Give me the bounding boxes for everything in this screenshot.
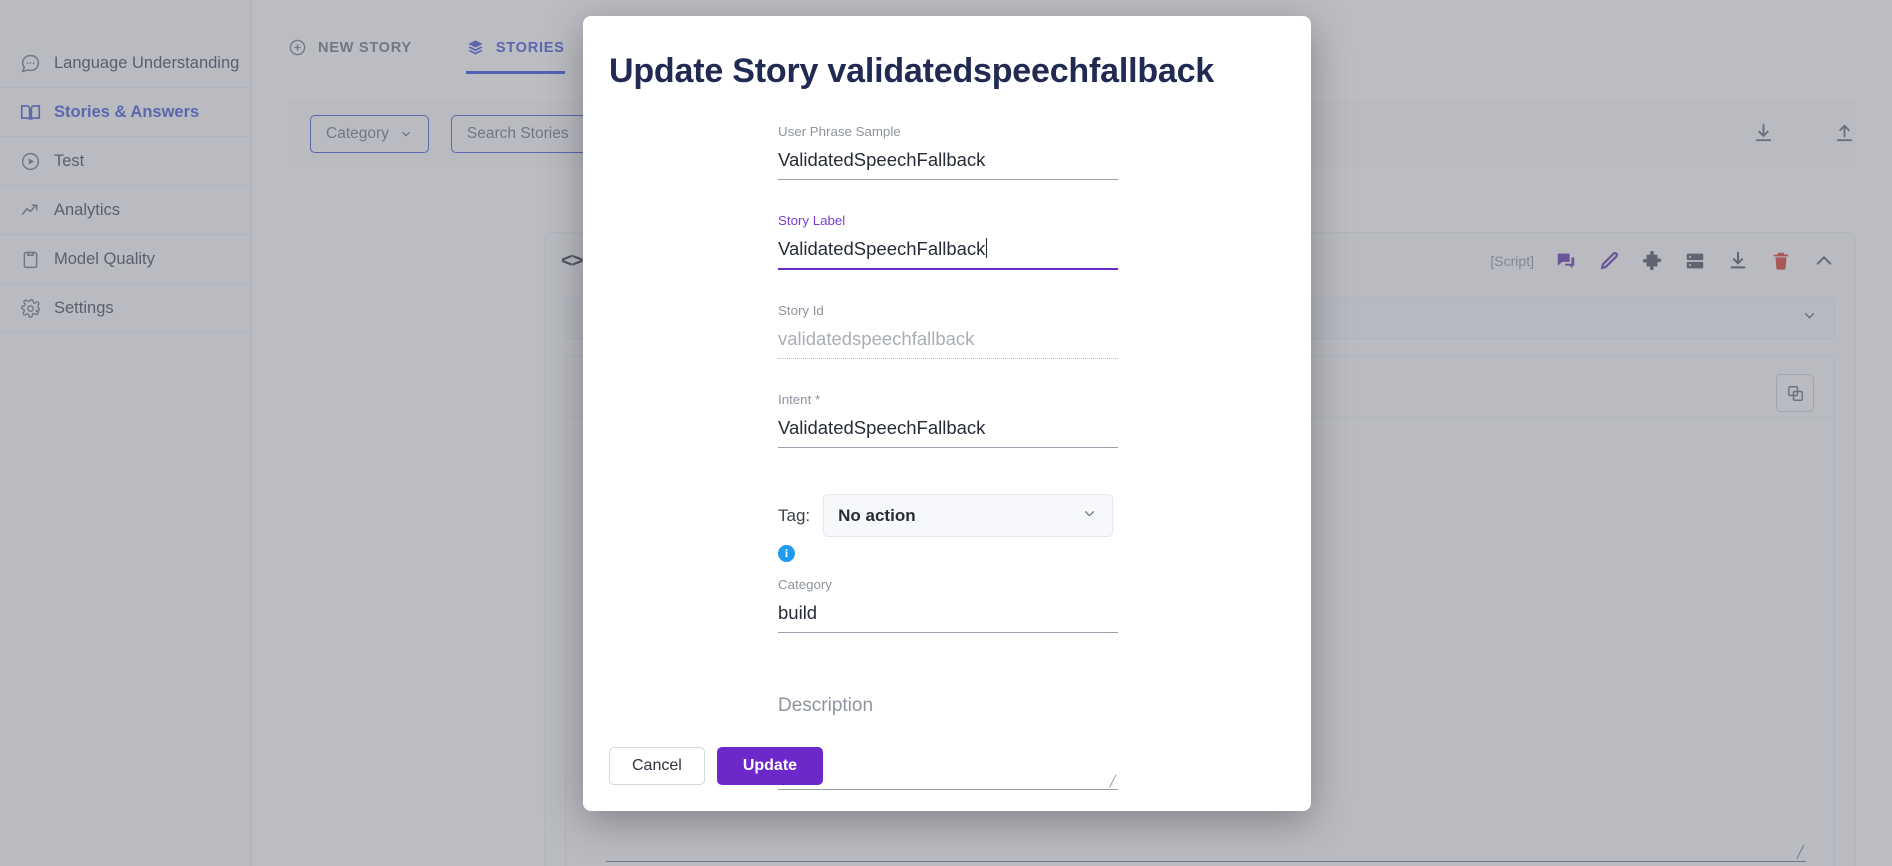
modal-footer: Cancel Update bbox=[609, 747, 824, 785]
resize-handle-icon[interactable]: ╱ bbox=[1109, 775, 1116, 788]
description-underline bbox=[778, 789, 1118, 790]
description-field[interactable]: Description ╱ bbox=[778, 695, 1118, 790]
story-label-field[interactable]: Story Label ValidatedSpeechFallback bbox=[778, 212, 1118, 270]
category-field[interactable]: Category build bbox=[778, 576, 1118, 633]
story-id-label: Story Id bbox=[778, 303, 824, 318]
text-caret bbox=[986, 238, 988, 258]
story-id-field: Story Id validatedspeechfallback bbox=[778, 302, 1118, 359]
story-label-label: Story Label bbox=[778, 213, 846, 228]
update-button[interactable]: Update bbox=[716, 747, 824, 785]
update-story-modal: Update Story validatedspeechfallback Use… bbox=[583, 16, 1311, 811]
user-phrase-sample-field[interactable]: User Phrase Sample ValidatedSpeechFallba… bbox=[778, 123, 1118, 180]
story-id-input: validatedspeechfallback bbox=[778, 320, 1118, 359]
chevron-down-icon bbox=[1081, 505, 1098, 527]
info-icon[interactable]: i bbox=[778, 545, 795, 562]
intent-field[interactable]: Intent * ValidatedSpeechFallback bbox=[778, 391, 1118, 448]
tag-label: Tag: bbox=[778, 505, 811, 525]
tag-selected-value: No action bbox=[838, 505, 916, 525]
user-phrase-sample-input[interactable]: ValidatedSpeechFallback bbox=[778, 141, 1118, 180]
cancel-button[interactable]: Cancel bbox=[609, 747, 705, 785]
modal-title: Update Story validatedspeechfallback bbox=[609, 52, 1215, 90]
category-input[interactable]: build bbox=[778, 594, 1118, 633]
intent-label: Intent * bbox=[778, 392, 821, 407]
tag-select[interactable]: No action bbox=[823, 494, 1114, 537]
intent-input[interactable]: ValidatedSpeechFallback bbox=[778, 409, 1118, 448]
screen: Language Understanding Stories & Answers… bbox=[0, 0, 1892, 866]
modal-body: User Phrase Sample ValidatedSpeechFallba… bbox=[583, 91, 1311, 790]
story-label-value: ValidatedSpeechFallback bbox=[778, 238, 986, 259]
description-placeholder: Description bbox=[778, 695, 874, 716]
story-label-input[interactable]: ValidatedSpeechFallback bbox=[778, 230, 1118, 270]
category-label: Category bbox=[778, 577, 832, 592]
user-phrase-sample-label: User Phrase Sample bbox=[778, 124, 901, 139]
tag-row: Tag: No action bbox=[778, 494, 1311, 537]
